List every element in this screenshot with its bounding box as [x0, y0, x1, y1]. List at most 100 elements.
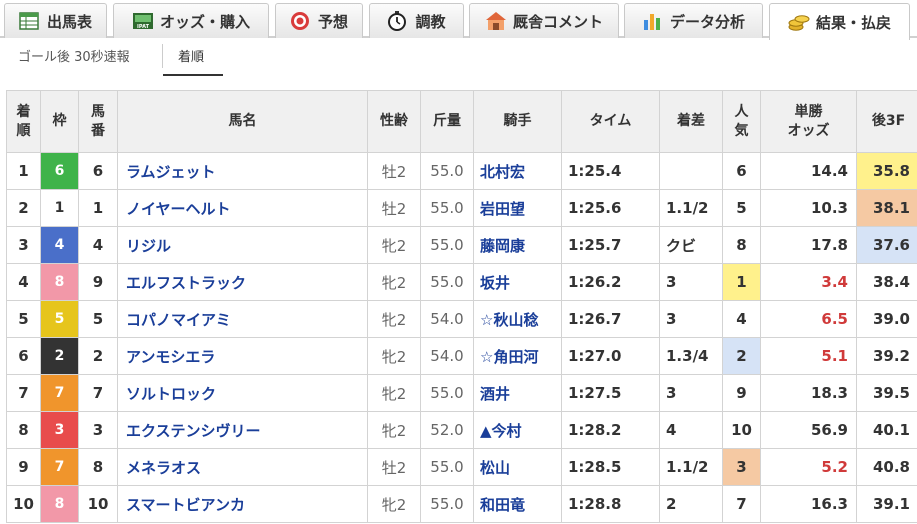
horse-name-link[interactable]: スマートビアンカ [117, 485, 368, 523]
finish-margin: 3 [659, 300, 723, 338]
finish-rank: 10 [6, 485, 41, 523]
table-row: 9 7 8 メネラオス 牡2 55.0 松山 1:28.5 1.1/2 3 5.2 40.8 [6, 448, 917, 486]
win-odds: 6.5 [760, 300, 857, 338]
finish-time: 1:26.7 [561, 300, 660, 338]
table-row: 4 8 9 エルフストラック 牝2 55.0 坂井 1:26.2 3 1 3.4 38.4 [6, 263, 917, 301]
sex-age: 牝2 [367, 411, 421, 449]
table-row: 5 5 5 コパノマイアミ 牝2 54.0 ☆秋山稔 1:26.7 3 4 6.5 39.0 [6, 300, 917, 338]
finish-margin: 3 [659, 374, 723, 412]
coins-icon [788, 12, 810, 32]
win-odds: 5.1 [760, 337, 857, 375]
target-icon [290, 11, 310, 31]
tab-yoso[interactable]: 予想 [275, 3, 363, 38]
table-row: 8 3 3 エクステンシヴリー 牝2 52.0 ▲今村 1:28.2 4 10 56.9 40.1 [6, 411, 917, 449]
jockey-link[interactable]: 松山 [473, 448, 562, 486]
finish-rank: 5 [6, 300, 41, 338]
stopwatch-icon [387, 11, 407, 31]
finish-rank: 9 [6, 448, 41, 486]
popularity: 5 [722, 189, 761, 227]
result-subtab-bar: ゴール後 30秒速報 着順 [0, 40, 917, 78]
last-3f-time: 38.4 [856, 263, 917, 301]
horse-name-link[interactable]: ソルトロック [117, 374, 368, 412]
waku-badge: 7 [41, 375, 78, 411]
last-3f-time: 39.1 [856, 485, 917, 523]
header-time: タイム [561, 90, 660, 153]
horse-name-link[interactable]: アンモシエラ [117, 337, 368, 375]
waku-badge: 4 [41, 227, 78, 263]
waku-badge: 8 [41, 264, 78, 300]
waku-badge: 8 [41, 486, 78, 522]
tab-kyusha-comment[interactable]: 厩舎コメント [469, 3, 619, 38]
header-umaban-line2: 番 [91, 122, 105, 139]
last-3f-time: 40.1 [856, 411, 917, 449]
tab-shutsubahyo[interactable]: 出馬表 [4, 3, 107, 38]
waku-cell: 7 [40, 374, 79, 412]
finish-time: 1:28.2 [561, 411, 660, 449]
tab-label: オッズ・購入 [159, 12, 250, 31]
last-3f-time: 39.5 [856, 374, 917, 412]
subtab-divider [162, 44, 163, 68]
horse-name-link[interactable]: ラムジェット [117, 152, 368, 190]
table-row: 2 1 1 ノイヤーヘルト 牡2 55.0 岩田望 1:25.6 1.1/2 5 10.3 38.1 [6, 189, 917, 227]
jockey-link[interactable]: 岩田望 [473, 189, 562, 227]
horse-name-link[interactable]: コパノマイアミ [117, 300, 368, 338]
popularity: 3 [722, 448, 761, 486]
header-sex-age: 性齢 [367, 90, 421, 153]
finish-time: 1:25.4 [561, 152, 660, 190]
header-umaban: 馬番 [78, 90, 118, 153]
carried-weight: 55.0 [420, 485, 474, 523]
table-row: 6 2 2 アンモシエラ 牝2 54.0 ☆角田河 1:27.0 1.3/4 2 5.1 39.2 [6, 337, 917, 375]
header-odds-line1: 単勝 [794, 103, 823, 120]
waku-cell: 6 [40, 152, 79, 190]
active-subtab-underline [163, 74, 223, 76]
tab-odds[interactable]: IPAT オッズ・購入 [113, 3, 269, 38]
horse-number: 3 [78, 411, 118, 449]
jockey-link[interactable]: 北村宏 [473, 152, 562, 190]
jockey-link[interactable]: 藤岡康 [473, 226, 562, 264]
jockey-link[interactable]: 和田竜 [473, 485, 562, 523]
jockey-link[interactable]: 坂井 [473, 263, 562, 301]
last-3f-time: 39.2 [856, 337, 917, 375]
win-odds: 56.9 [760, 411, 857, 449]
carried-weight: 55.0 [420, 448, 474, 486]
horse-name-link[interactable]: リジル [117, 226, 368, 264]
horse-name-link[interactable]: エクステンシヴリー [117, 411, 368, 449]
subtab-finish-order[interactable]: 着順 [178, 46, 204, 65]
header-rank-line1: 着 [16, 103, 31, 120]
win-odds: 18.3 [760, 374, 857, 412]
horse-name-link[interactable]: エルフストラック [117, 263, 368, 301]
waku-cell: 7 [40, 448, 79, 486]
horse-name-link[interactable]: メネラオス [117, 448, 368, 486]
tab-label: 厩舎コメント [512, 12, 603, 31]
tab-data-analysis[interactable]: データ分析 [624, 3, 763, 38]
finish-margin: 1.1/2 [659, 448, 723, 486]
waku-cell: 8 [40, 485, 79, 523]
svg-text:IPAT: IPAT [137, 24, 150, 30]
header-waku: 枠 [40, 90, 79, 153]
sex-age: 牝2 [367, 374, 421, 412]
carried-weight: 54.0 [420, 300, 474, 338]
popularity: 8 [722, 226, 761, 264]
header-pop-line1: 人 [734, 103, 749, 120]
finish-time: 1:26.2 [561, 263, 660, 301]
last-3f-time: 37.6 [856, 226, 917, 264]
horse-number: 10 [78, 485, 118, 523]
tab-chokyo[interactable]: 調教 [369, 3, 464, 38]
tab-label: 調教 [415, 12, 446, 31]
jockey-link[interactable]: ▲今村 [473, 411, 562, 449]
finish-margin: 3 [659, 263, 723, 301]
finish-time: 1:25.7 [561, 226, 660, 264]
sex-age: 牝2 [367, 337, 421, 375]
waku-badge: 3 [41, 412, 78, 448]
subtab-goal-flash[interactable]: ゴール後 30秒速報 [18, 46, 130, 65]
jockey-link[interactable]: 酒井 [473, 374, 562, 412]
carried-weight: 54.0 [420, 337, 474, 375]
jockey-link[interactable]: ☆角田河 [473, 337, 562, 375]
header-rank-line2: 順 [16, 122, 31, 139]
table-header-row: 着順 枠 馬番 馬名 性齢 斤量 騎手 タイム 着差 人気 単勝 オッズ 後3F [6, 90, 917, 153]
tab-results[interactable]: 結果・払戻 [769, 3, 910, 40]
finish-margin [659, 152, 723, 190]
horse-name-link[interactable]: ノイヤーヘルト [117, 189, 368, 227]
jockey-link[interactable]: ☆秋山稔 [473, 300, 562, 338]
carried-weight: 52.0 [420, 411, 474, 449]
